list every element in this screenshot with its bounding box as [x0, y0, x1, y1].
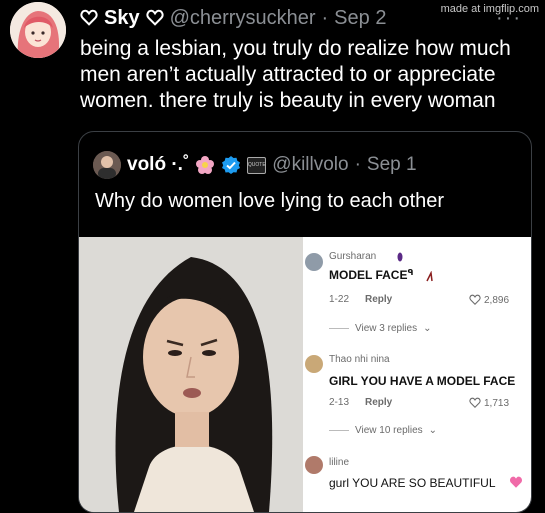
view-replies-link[interactable]: View 10 replies ⌄: [329, 425, 437, 436]
quote-badge-icon: QUOTE: [247, 156, 267, 174]
comments-screenshot[interactable]: Gursharan MODEL FACEᑫ 1-22 Reply 2,896 Vi…: [303, 237, 531, 512]
tweet-header: Sky @cherrysuckher · Sep 2 ···: [80, 6, 520, 30]
comment-username: Gursharan: [329, 251, 377, 262]
heart-outline-icon: [80, 9, 98, 26]
view-replies-link[interactable]: View 3 replies ⌄: [329, 323, 431, 334]
commenter-avatar: [305, 456, 323, 474]
flower-emoji-icon: [196, 156, 215, 174]
comment-text: gurl YOU ARE SO BEAUTIFUL: [329, 476, 496, 490]
quote-text: Why do women love lying to each other: [95, 190, 445, 212]
quote-header: voló ·.˚ QUOTE @killvolo · Sep 1: [93, 151, 417, 179]
separator-dot: ·: [354, 154, 361, 175]
avatar-photo: [93, 151, 121, 179]
tweet-text: being a lesbian, you truly do realize ho…: [80, 37, 511, 112]
chevron-down-icon: ⌄: [428, 425, 438, 436]
quoted-tweet[interactable]: voló ·.˚ QUOTE @killvolo · Sep 1 Why do …: [78, 131, 532, 513]
reply-link[interactable]: Reply: [365, 294, 392, 305]
comment-username: Thao nhi nina: [329, 354, 390, 365]
chevron-down-icon: ⌄: [423, 323, 432, 334]
pink-heart-emoji-icon: [510, 476, 522, 488]
commenter-avatar: [305, 253, 323, 271]
tweet-date[interactable]: Sep 2: [334, 6, 386, 30]
commenter-avatar: [305, 355, 323, 373]
comment-text: MODEL FACEᑫ: [329, 268, 414, 282]
comment-text: GIRL YOU HAVE A MODEL FACE: [329, 374, 516, 388]
avatar-illustration: [10, 2, 66, 58]
comment-like-button[interactable]: 1,713: [469, 397, 509, 409]
quote-author-name[interactable]: voló ·.˚: [127, 154, 189, 176]
heart-outline-icon: [146, 9, 164, 26]
reply-link[interactable]: Reply: [365, 397, 392, 408]
crying-emoji-icon: [426, 271, 433, 282]
verified-badge-icon: [222, 156, 241, 174]
like-count: 2,896: [484, 294, 510, 306]
divider: [329, 430, 349, 431]
heart-outline-icon: [469, 397, 481, 408]
quote-photo[interactable]: [79, 237, 303, 512]
comment-meta: 2-13 Reply: [329, 397, 393, 408]
comment-like-button[interactable]: 2,896: [469, 294, 509, 306]
quote-author-handle[interactable]: @killvolo: [272, 154, 348, 176]
divider: [329, 328, 349, 329]
portrait-photo: [79, 237, 303, 512]
eggplant-emoji-icon: [397, 252, 403, 262]
comment-meta: 1-22 Reply: [329, 294, 393, 305]
watermark: made at imgflip.com: [440, 3, 539, 15]
more-options-icon[interactable]: ···: [496, 6, 522, 30]
like-count: 1,713: [484, 397, 510, 409]
quote-date[interactable]: Sep 1: [367, 154, 417, 176]
comment-username: liline: [329, 457, 350, 468]
quote-author-avatar[interactable]: [93, 151, 121, 179]
author-name[interactable]: Sky: [104, 6, 140, 30]
author-avatar[interactable]: [10, 2, 66, 58]
author-handle[interactable]: @cherrysuckher: [170, 6, 316, 30]
separator-dot: ·: [321, 7, 329, 29]
heart-outline-icon: [469, 294, 481, 305]
